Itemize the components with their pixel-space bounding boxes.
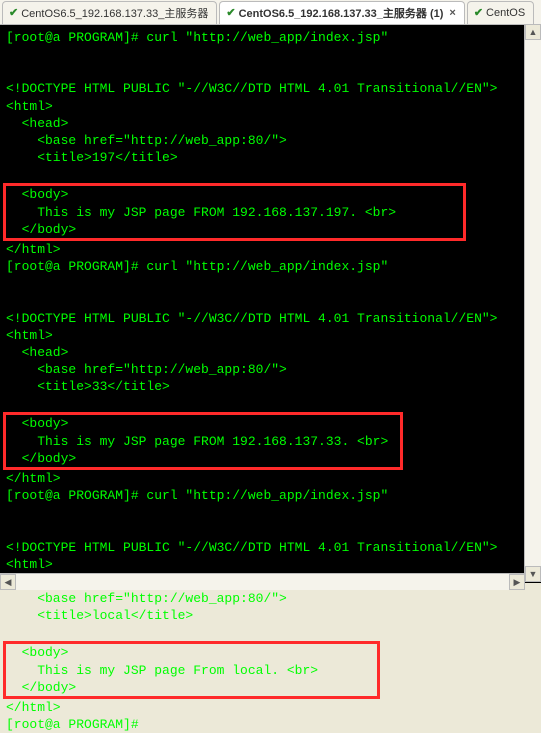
shell-prompt: [root@a PROGRAM]# [6, 717, 139, 732]
output-line: <title>local</title> [6, 608, 193, 623]
scroll-track[interactable] [16, 574, 509, 590]
tab-label: CentOS6.5_192.168.137.33_主服务器 (1) [239, 5, 444, 21]
tab-label: CentOS [486, 7, 525, 19]
terminal-output[interactable]: [root@a PROGRAM]# curl "http://web_app/i… [0, 25, 541, 583]
output-line: <!DOCTYPE HTML PUBLIC "-//W3C//DTD HTML … [6, 81, 497, 96]
output-line: <html> [6, 99, 53, 114]
shell-prompt: [root@a PROGRAM]# curl "http://web_app/i… [6, 488, 388, 503]
output-line: </body> [6, 451, 76, 466]
output-line: <!DOCTYPE HTML PUBLIC "-//W3C//DTD HTML … [6, 311, 497, 326]
output-line: <title>33</title> [6, 379, 170, 394]
output-line: <base href="http://web_app:80/"> [6, 591, 287, 606]
close-icon[interactable]: × [449, 7, 455, 19]
shell-prompt: [root@a PROGRAM]# curl "http://web_app/i… [6, 30, 388, 45]
highlight-box: <body> This is my JSP page FROM 192.168.… [3, 412, 403, 469]
tab-label: CentOS6.5_192.168.137.33_主服务器 [21, 5, 208, 21]
output-line: </body> [6, 222, 76, 237]
highlight-box: <body> This is my JSP page From local. <… [3, 641, 380, 698]
horizontal-scrollbar[interactable]: ◀ ▶ [0, 573, 525, 590]
tab-bar: ✔ CentOS6.5_192.168.137.33_主服务器 ✔ CentOS… [0, 0, 541, 25]
tab-server-1[interactable]: ✔ CentOS6.5_192.168.137.33_主服务器 [2, 1, 217, 24]
scroll-up-button[interactable]: ▲ [525, 24, 541, 40]
shell-prompt: [root@a PROGRAM]# curl "http://web_app/i… [6, 259, 388, 274]
tab-server-3-partial[interactable]: ✔ CentOS [467, 1, 534, 24]
check-icon: ✔ [9, 6, 18, 19]
output-line: <base href="http://web_app:80/"> [6, 362, 287, 377]
output-line: This is my JSP page FROM 192.168.137.197… [6, 205, 396, 220]
output-line: </body> [6, 680, 76, 695]
output-line: <base href="http://web_app:80/"> [6, 133, 287, 148]
output-line: <body> [6, 416, 68, 431]
scroll-track[interactable] [525, 40, 541, 566]
output-line: </html> [6, 700, 61, 715]
output-line: <title>197</title> [6, 150, 178, 165]
check-icon: ✔ [474, 6, 483, 19]
output-line: <head> [6, 116, 68, 131]
output-line: This is my JSP page From local. <br> [6, 663, 318, 678]
scroll-right-button[interactable]: ▶ [509, 574, 525, 590]
output-line: <!DOCTYPE HTML PUBLIC "-//W3C//DTD HTML … [6, 540, 497, 555]
tab-server-2-active[interactable]: ✔ CentOS6.5_192.168.137.33_主服务器 (1) × [219, 1, 464, 24]
highlight-box: <body> This is my JSP page FROM 192.168.… [3, 183, 466, 240]
scroll-left-button[interactable]: ◀ [0, 574, 16, 590]
output-line: <body> [6, 187, 68, 202]
output-line: <head> [6, 345, 68, 360]
output-line: This is my JSP page FROM 192.168.137.33.… [6, 434, 388, 449]
output-line: <body> [6, 645, 68, 660]
output-line: </html> [6, 242, 61, 257]
output-line: <html> [6, 557, 53, 572]
scroll-down-button[interactable]: ▼ [525, 566, 541, 582]
vertical-scrollbar[interactable]: ▲ ▼ [524, 24, 541, 582]
output-line: </html> [6, 471, 61, 486]
output-line: <html> [6, 328, 53, 343]
check-icon: ✔ [226, 6, 235, 19]
